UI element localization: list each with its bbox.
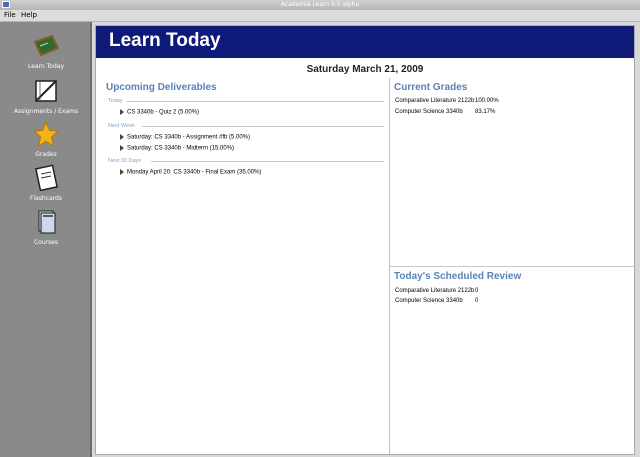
review-title: Today's Scheduled Review [394,271,522,282]
deliverable-label: Monday April 20: CS 3340b - Final Exam (… [127,169,262,176]
menu-file[interactable]: File [4,10,16,21]
flashcard-icon [32,164,60,192]
expand-arrow-icon [120,109,124,115]
sidebar-item-learn-today[interactable]: Learn Today [0,32,92,70]
deliverable-label: Saturday: CS 3340b - Midterm (15.00%) [127,145,235,152]
current-date: Saturday March 21, 2009 [306,64,424,75]
deliverable-label: CS 3340b - Quiz 2 (5.00%) [127,109,200,116]
books-icon [32,208,60,236]
sidebar-item-grades[interactable]: Grades [0,120,92,158]
sidebar-item-courses[interactable]: Courses [0,208,92,246]
review-count: 0 [475,288,479,294]
group-rule [126,101,384,102]
page-title: Learn Today [109,30,221,51]
chalkboard-icon [32,32,60,60]
grade-value: 100.00% [475,98,499,104]
group-label-next-30-days: Next 30 Days [108,158,142,164]
sidebar-item-assignments[interactable]: Assignments / Exams [0,77,92,115]
menu-help[interactable]: Help [21,10,37,21]
expand-arrow-icon [120,169,124,175]
grade-course: Computer Science 3340b [395,109,463,115]
deliverable-label: Saturday: CS 3340b - Assignment #fb (5.0… [127,134,251,141]
deliverable-item[interactable]: CS 3340b - Quiz 2 (5.00%) [120,109,199,116]
pencil-ruler-icon [32,77,60,105]
sidebar-item-label: Learn Today [27,63,65,70]
section-divider [390,266,634,267]
star-icon [32,120,60,148]
sidebar-item-flashcards[interactable]: Flashcards [0,164,92,202]
group-rule [151,161,384,162]
grade-value: 83.17% [475,109,496,115]
deliverable-item[interactable]: Saturday: CS 3340b - Midterm (15.00%) [120,145,234,152]
sidebar-item-label: Grades [35,151,57,158]
group-label-today: Today [108,98,123,104]
main-panel: Learn Today Saturday March 21, 2009 Upco… [95,25,635,455]
sidebar-item-label: Courses [33,239,59,246]
deliverables-title: Upcoming Deliverables [106,82,217,93]
group-rule [142,126,384,127]
deliverable-item[interactable]: Saturday: CS 3340b - Assignment #fb (5.0… [120,134,250,141]
page-banner: Learn Today [96,26,634,58]
review-count: 0 [475,298,479,304]
deliverable-item[interactable]: Monday April 20: CS 3340b - Final Exam (… [120,169,261,176]
review-course: Comparative Literature 2122b [395,288,475,294]
window-title: Academia Learn 0.5 alpha [280,1,360,8]
grade-course: Comparative Literature 2122b [395,98,475,104]
review-course: Computer Science 3340b [395,298,463,304]
grades-title: Current Grades [394,82,468,93]
sidebar: Learn Today Assignments / Exams Grades F… [0,22,92,457]
expand-arrow-icon [120,134,124,140]
sidebar-item-label: Assignments / Exams [13,108,79,115]
group-label-next-week: Next Week [108,123,135,129]
sidebar-item-label: Flashcards [30,195,62,202]
expand-arrow-icon [120,145,124,151]
menu-bar: File Help [0,10,640,22]
